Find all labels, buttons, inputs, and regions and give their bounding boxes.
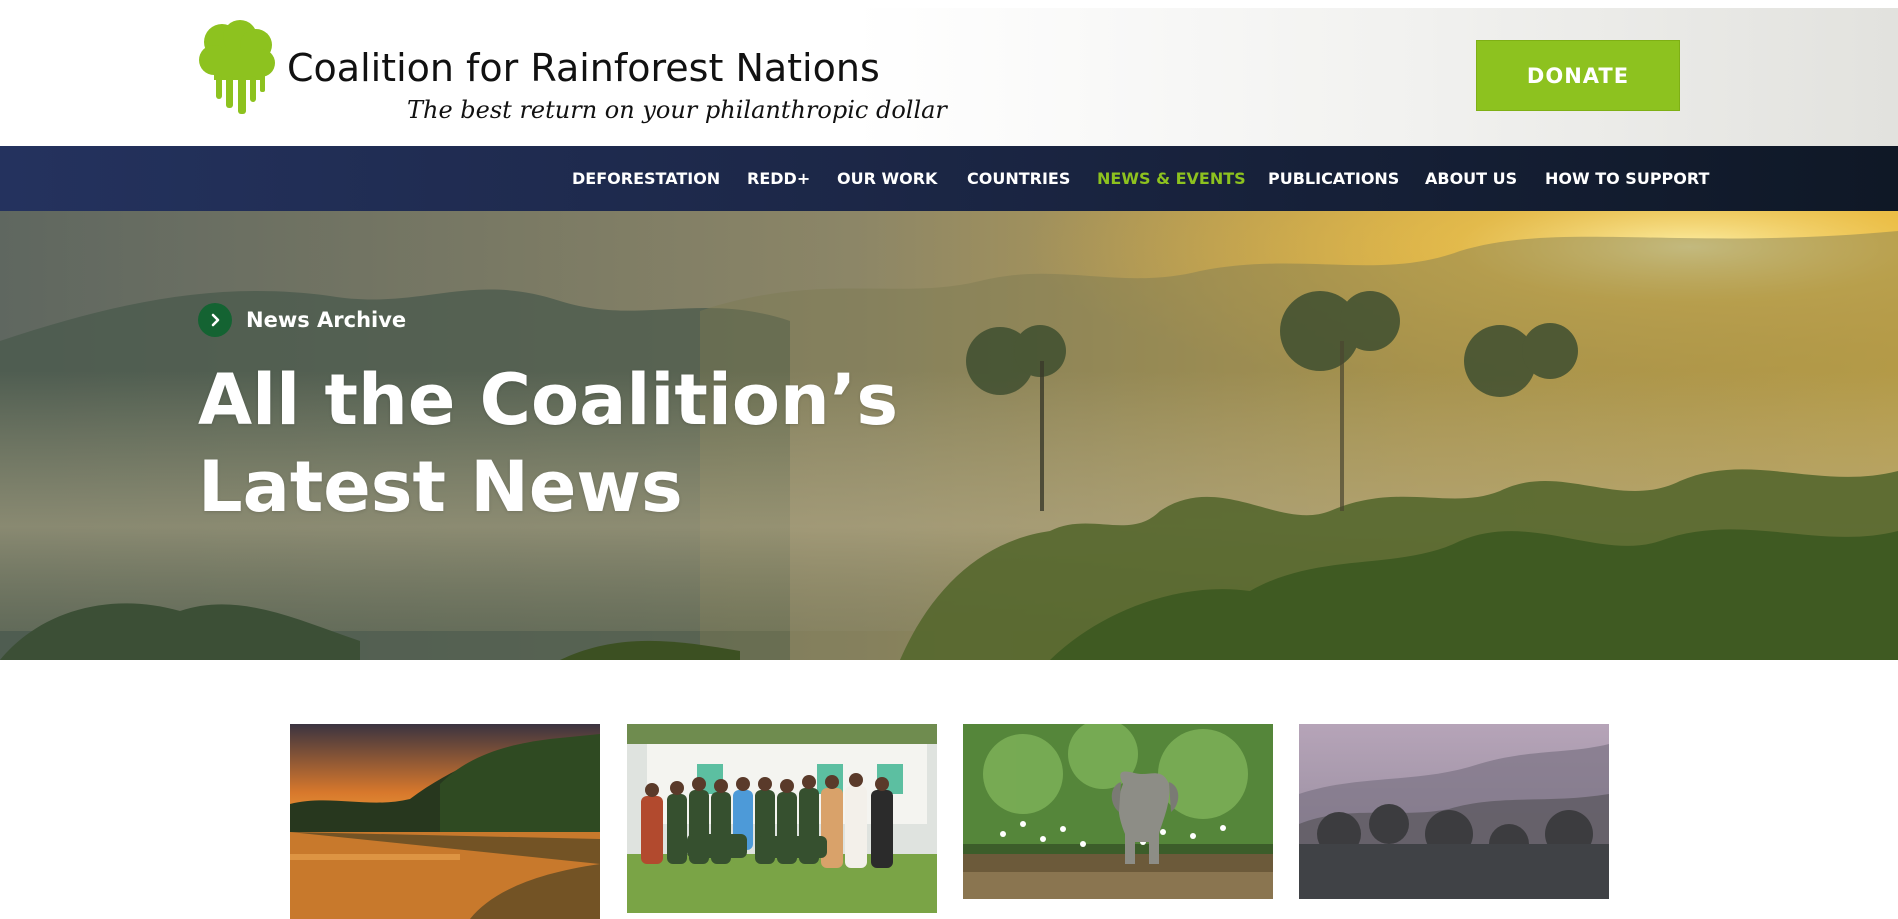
nav-item-our-work[interactable]: OUR WORK — [837, 146, 937, 211]
breadcrumb: News Archive — [198, 302, 406, 338]
nav-item-publications[interactable]: PUBLICATIONS — [1268, 146, 1399, 211]
breadcrumb-label: News Archive — [246, 308, 407, 332]
nav-item-deforestation[interactable]: DEFORESTATION — [572, 146, 720, 211]
news-card-grid — [0, 660, 1898, 919]
chevron-right-icon[interactable] — [198, 303, 232, 337]
logo-title: Coalition for Rainforest Nations — [287, 46, 880, 90]
tree-logo-icon — [199, 20, 275, 114]
page-title-line-2: Latest News — [198, 446, 683, 528]
site-header: Coalition for Rainforest Nations The bes… — [0, 8, 1898, 146]
page-title: All the Coalition’s Latest News — [198, 357, 998, 531]
nav-item-redd[interactable]: REDD+ — [747, 146, 810, 211]
nav-item-about-us[interactable]: ABOUT US — [1425, 146, 1517, 211]
nav-item-how-to-support[interactable]: HOW TO SUPPORT — [1545, 146, 1709, 211]
logo-tagline: The best return on your philanthropic do… — [407, 96, 947, 124]
hero-banner: News Archive All the Coalition’s Latest … — [0, 211, 1898, 660]
elephant-photo — [963, 724, 1273, 899]
nav-item-countries[interactable]: COUNTRIES — [967, 146, 1070, 211]
page-title-line-1: All the Coalition’s — [198, 359, 898, 441]
site-logo[interactable]: Coalition for Rainforest Nations The bes… — [198, 20, 947, 140]
main-nav: DEFORESTATION REDD+ OUR WORK COUNTRIES N… — [0, 146, 1898, 211]
sunset-river-photo — [290, 724, 600, 919]
group-photo — [627, 724, 937, 913]
nav-item-news-events[interactable]: NEWS & EVENTS — [1097, 146, 1246, 211]
misty-forest-photo — [1299, 724, 1609, 899]
donate-button[interactable]: DONATE — [1476, 40, 1680, 111]
